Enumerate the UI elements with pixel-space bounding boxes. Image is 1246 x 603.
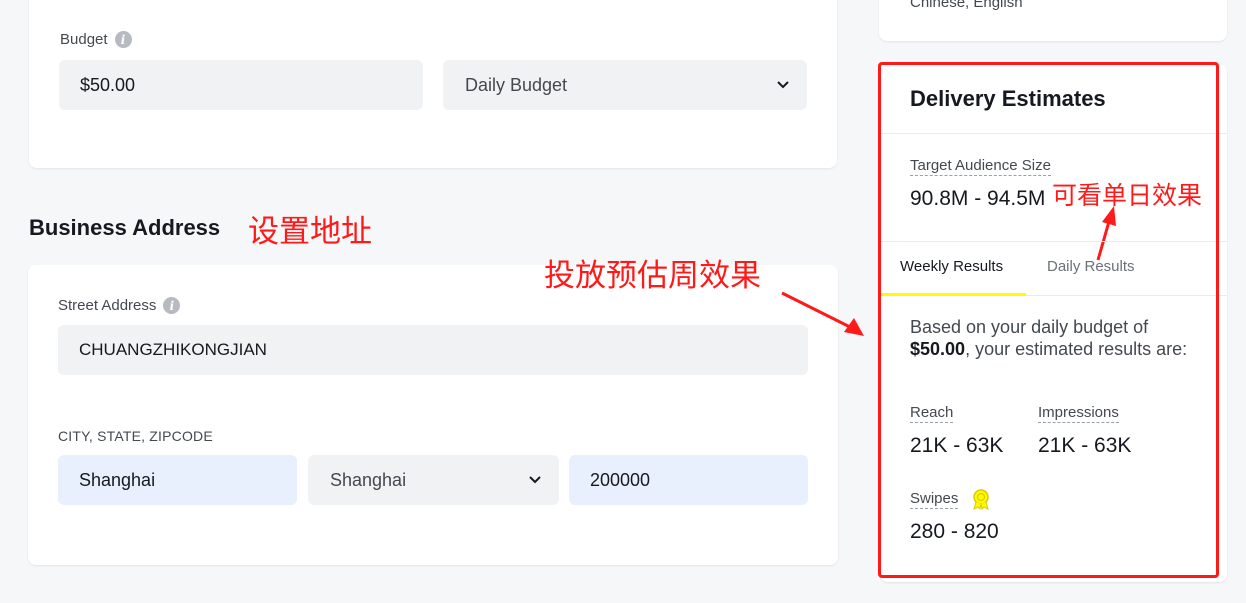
budget-amount-input[interactable]: $50.00 bbox=[59, 60, 423, 110]
annotation-weekly: 投放预估周效果 bbox=[544, 258, 761, 294]
city-state-zip-label: CITY, STATE, ZIPCODE bbox=[58, 428, 213, 444]
budget-type-value: Daily Budget bbox=[465, 74, 568, 95]
budget-label: Budget bbox=[60, 31, 108, 48]
street-label: Street Address bbox=[58, 297, 157, 314]
budget-type-select[interactable]: Daily Budget bbox=[443, 60, 807, 110]
city-input[interactable]: Shanghai bbox=[58, 455, 297, 505]
street-label-row: Street Address i bbox=[58, 297, 181, 314]
state-select[interactable]: Shanghai bbox=[308, 455, 559, 505]
zipcode-input[interactable]: 200000 bbox=[569, 455, 808, 505]
street-address-input[interactable]: CHUANGZHIKONGJIAN bbox=[58, 325, 808, 375]
info-icon[interactable]: i bbox=[114, 31, 132, 48]
chevron-down-icon bbox=[529, 476, 541, 484]
annotation-highlight-box bbox=[878, 62, 1219, 578]
annotation-arrow-weekly bbox=[781, 291, 864, 336]
state-value: Shanghai bbox=[330, 469, 407, 490]
business-address-title: Business Address bbox=[29, 215, 221, 240]
info-icon[interactable]: i bbox=[163, 297, 181, 314]
annotation-address: 设置地址 bbox=[248, 214, 372, 250]
budget-label-row: Budget i bbox=[60, 31, 132, 48]
language-text: Chinese, English bbox=[910, 0, 1023, 11]
chevron-down-icon bbox=[777, 81, 789, 89]
